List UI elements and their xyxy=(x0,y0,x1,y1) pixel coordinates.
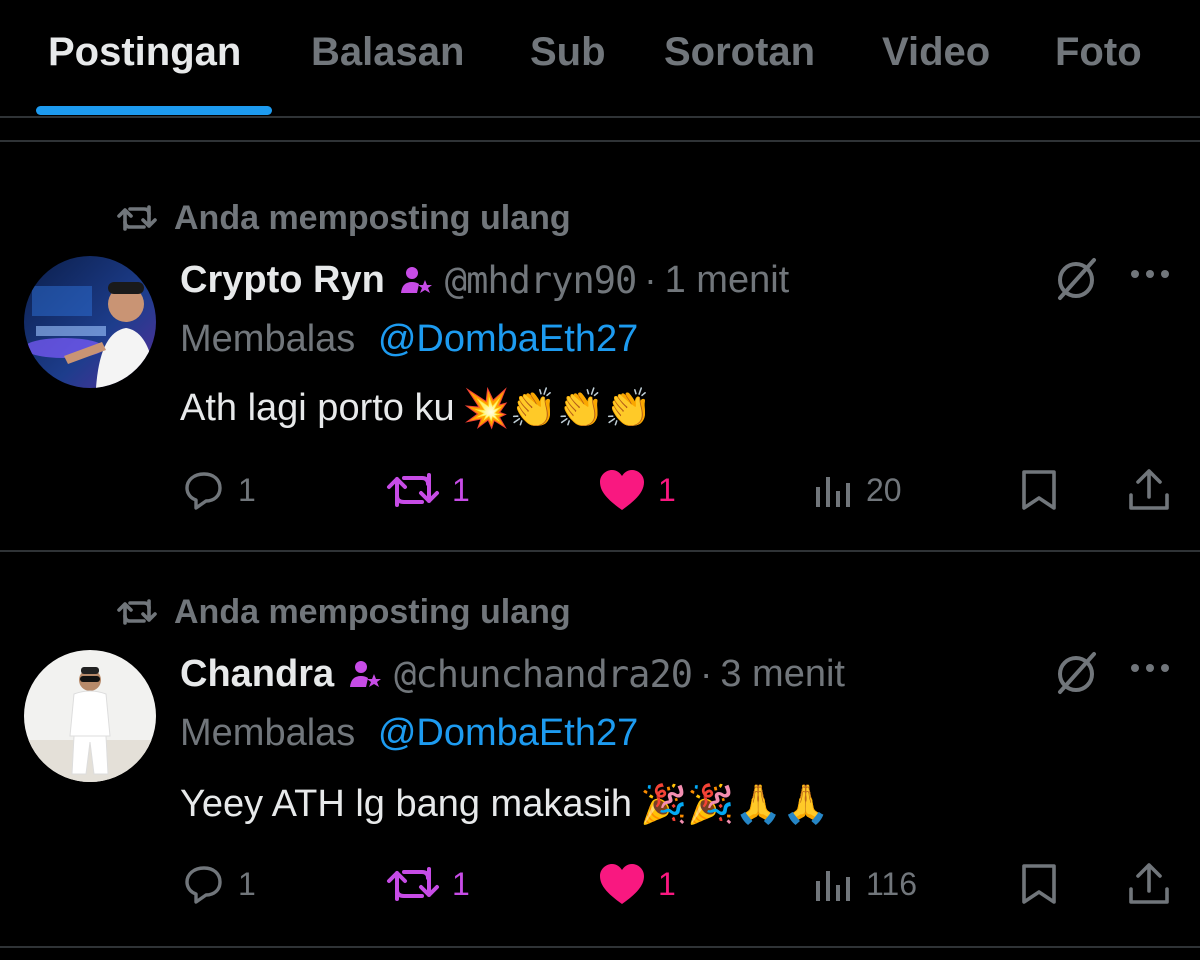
avatar[interactable] xyxy=(24,650,156,782)
views-button[interactable]: 20 xyxy=(812,464,902,516)
reply-button[interactable]: 1 xyxy=(182,464,256,516)
repost-label: Anda memposting ulang xyxy=(174,198,571,237)
share-icon xyxy=(1126,467,1172,513)
reply-mention-link[interactable]: @DombaEth27 xyxy=(378,712,638,754)
reply-prefix: Membalas xyxy=(180,712,356,754)
share-icon xyxy=(1126,861,1172,907)
bookmark-icon xyxy=(1018,862,1060,906)
repost-button[interactable]: 1 xyxy=(386,858,470,910)
post-text-content: Yeey ATH lg bang makasih xyxy=(180,783,633,825)
repost-icon xyxy=(116,596,158,628)
post[interactable]: Anda memposting ulang Crypto Ryn @mhdryn… xyxy=(0,142,1200,552)
like-count: 1 xyxy=(658,471,676,508)
repost-button[interactable]: 1 xyxy=(386,464,470,516)
active-tab-indicator xyxy=(36,106,272,115)
post-text: Ath lagi porto ku 💥👏👏👏 xyxy=(180,386,652,431)
repost-icon xyxy=(386,864,440,904)
repost-icon xyxy=(386,470,440,510)
reply-count: 1 xyxy=(238,471,256,508)
tab-video[interactable]: Video xyxy=(882,30,990,75)
post-divider xyxy=(0,946,1200,948)
post-header: Chandra @chunchandra20 · 3 menit xyxy=(180,646,845,702)
display-name[interactable]: Chandra xyxy=(180,653,334,696)
separator-dot: · xyxy=(644,259,657,300)
more-icon[interactable] xyxy=(1128,266,1172,282)
repost-context: Anda memposting ulang xyxy=(116,196,571,240)
tab-sorotan[interactable]: Sorotan xyxy=(664,30,815,75)
bookmark-button[interactable] xyxy=(1018,464,1060,516)
post-header: Crypto Ryn @mhdryn90 · 1 menit xyxy=(180,252,789,308)
tab-foto[interactable]: Foto xyxy=(1055,30,1142,75)
post-text-content: Ath lagi porto ku xyxy=(180,387,455,429)
heart-icon xyxy=(598,862,646,906)
grok-icon[interactable] xyxy=(1052,648,1102,698)
like-count: 1 xyxy=(658,865,676,902)
reply-context: Membalas @DombaEth27 xyxy=(180,712,638,755)
user-handle[interactable]: @chunchandra20 xyxy=(394,653,693,696)
more-icon[interactable] xyxy=(1128,660,1172,676)
repost-icon xyxy=(116,202,158,234)
repost-label: Anda memposting ulang xyxy=(174,592,571,631)
post-time[interactable]: 3 menit xyxy=(720,653,845,696)
reply-count: 1 xyxy=(238,865,256,902)
repost-context: Anda memposting ulang xyxy=(116,590,571,634)
reply-prefix: Membalas xyxy=(180,318,356,360)
reply-icon xyxy=(182,862,226,906)
action-bar: 1 1 1 xyxy=(0,858,1200,910)
bookmark-icon xyxy=(1018,468,1060,512)
avatar[interactable] xyxy=(24,256,156,388)
tab-balasan[interactable]: Balasan xyxy=(311,30,464,75)
separator-dot: · xyxy=(700,653,713,694)
subscriber-badge-icon xyxy=(399,263,433,297)
post-text: Yeey ATH lg bang makasih 🎉🎉🙏🙏 xyxy=(180,782,829,827)
views-icon xyxy=(812,863,854,905)
repost-count: 1 xyxy=(452,471,470,508)
view-count: 116 xyxy=(866,865,918,902)
post[interactable]: Anda memposting ulang Chandra @chunchand… xyxy=(0,552,1200,948)
subscriber-badge-icon xyxy=(348,657,382,691)
reply-context: Membalas @DombaEth27 xyxy=(180,318,638,361)
reply-mention-link[interactable]: @DombaEth27 xyxy=(378,318,638,360)
post-emojis: 💥👏👏👏 xyxy=(462,386,652,430)
tab-postingan[interactable]: Postingan xyxy=(48,30,241,75)
profile-tabs: Postingan Balasan Sub Sorotan Video Foto xyxy=(0,0,1200,118)
display-name[interactable]: Crypto Ryn xyxy=(180,259,385,302)
tab-sub[interactable]: Sub xyxy=(530,30,606,75)
views-button[interactable]: 116 xyxy=(812,858,917,910)
post-time[interactable]: 1 menit xyxy=(665,259,790,302)
like-button[interactable]: 1 xyxy=(598,464,676,516)
view-count: 20 xyxy=(866,471,902,508)
post-emojis: 🎉🎉🙏🙏 xyxy=(640,782,830,826)
like-button[interactable]: 1 xyxy=(598,858,676,910)
heart-icon xyxy=(598,468,646,512)
action-bar: 1 1 1 xyxy=(0,464,1200,516)
share-button[interactable] xyxy=(1126,464,1172,516)
grok-icon[interactable] xyxy=(1052,254,1102,304)
reply-button[interactable]: 1 xyxy=(182,858,256,910)
bookmark-button[interactable] xyxy=(1018,858,1060,910)
reply-icon xyxy=(182,468,226,512)
share-button[interactable] xyxy=(1126,858,1172,910)
repost-count: 1 xyxy=(452,865,470,902)
user-handle[interactable]: @mhdryn90 xyxy=(445,259,637,302)
views-icon xyxy=(812,469,854,511)
